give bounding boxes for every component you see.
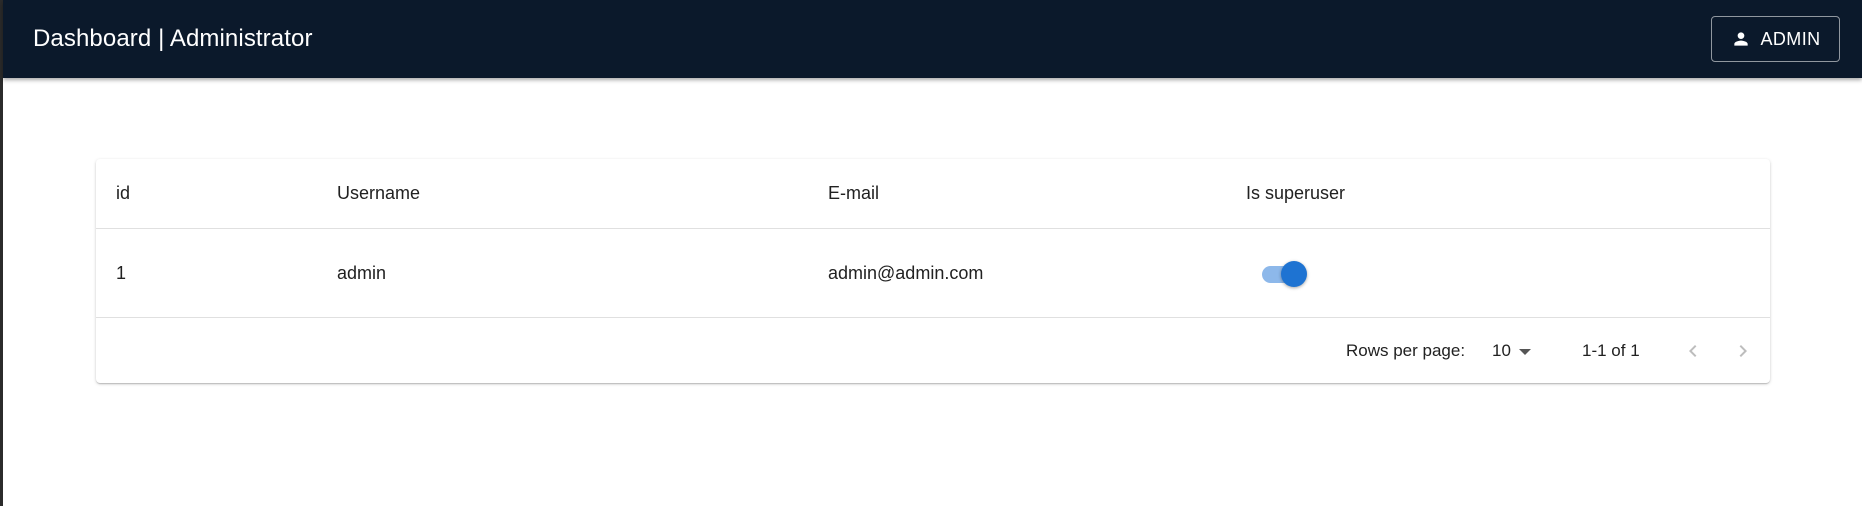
table-pagination: Rows per page: 10 1-1 of 1 xyxy=(96,318,1770,383)
cell-is-superuser xyxy=(1246,229,1308,317)
toggle-thumb xyxy=(1281,261,1307,287)
admin-user-button-label: ADMIN xyxy=(1760,28,1821,49)
page-title: Dashboard | Administrator xyxy=(33,25,313,52)
table-row[interactable]: 1 admin admin@admin.com xyxy=(96,229,1770,318)
cell-id: 1 xyxy=(116,262,127,283)
pagination-range: 1-1 of 1 xyxy=(1582,340,1640,360)
cell-email: admin@admin.com xyxy=(828,262,984,283)
column-header-id[interactable]: id xyxy=(116,159,130,228)
admin-user-button[interactable]: ADMIN xyxy=(1711,16,1840,62)
rows-per-page-label: Rows per page: xyxy=(1346,340,1466,360)
next-page-button[interactable] xyxy=(1726,334,1760,368)
chevron-right-icon xyxy=(1739,345,1747,357)
rows-per-page-value: 10 xyxy=(1492,340,1511,360)
previous-page-button[interactable] xyxy=(1676,334,1710,368)
caret-down-icon xyxy=(1518,348,1531,355)
rows-per-page-select[interactable]: 10 xyxy=(1492,318,1531,383)
column-header-email[interactable]: E-mail xyxy=(828,159,879,228)
superuser-toggle[interactable] xyxy=(1260,258,1308,288)
users-table-card: id Username E-mail Is superuser 1 admin … xyxy=(96,159,1770,383)
person-icon xyxy=(1733,32,1748,46)
column-header-username[interactable]: Username xyxy=(337,159,420,228)
cell-username: admin xyxy=(337,262,387,283)
chevron-left-icon xyxy=(1689,345,1697,357)
table-header-row: id Username E-mail Is superuser xyxy=(96,159,1770,229)
column-header-is-superuser[interactable]: Is superuser xyxy=(1246,159,1345,228)
app-bar: Dashboard | Administrator ADMIN xyxy=(3,0,1862,78)
